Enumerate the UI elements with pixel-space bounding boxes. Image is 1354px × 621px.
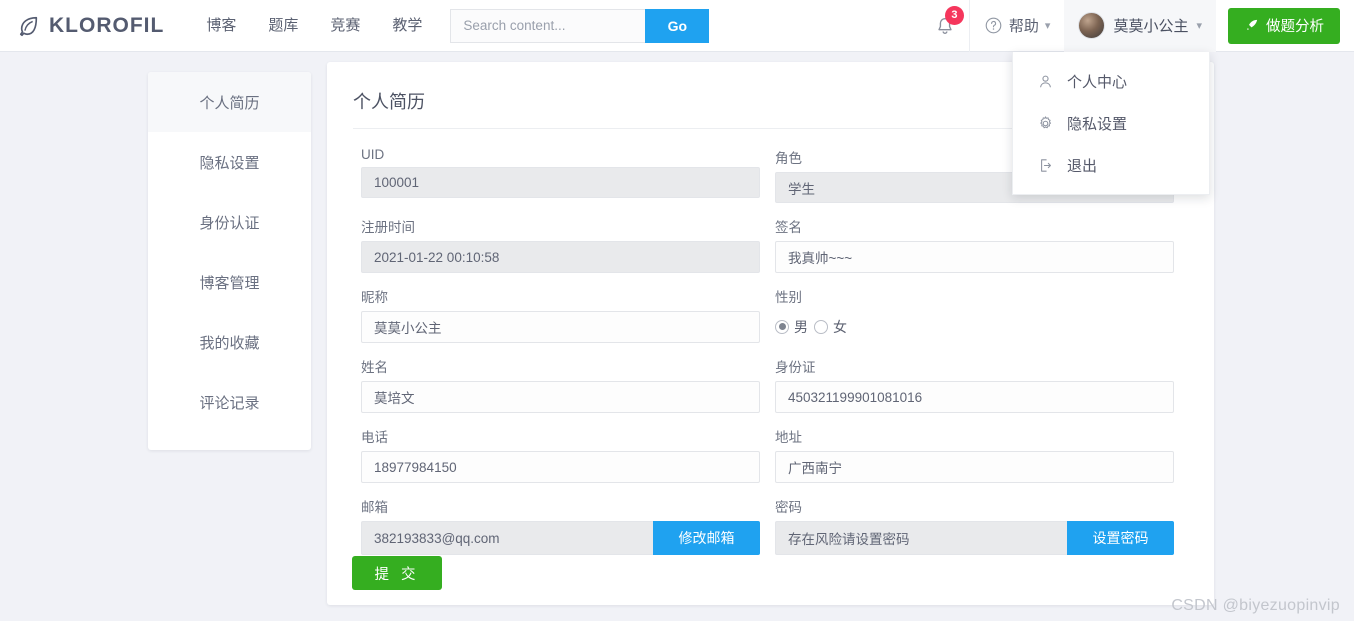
email-value: 382193833@qq.com xyxy=(361,521,653,555)
field-label: 姓名 xyxy=(361,360,388,375)
rocket-icon xyxy=(1247,19,1258,30)
gender-female-label: 女 xyxy=(833,318,847,335)
submit-button[interactable]: 提 交 xyxy=(352,556,442,590)
nickname-input[interactable]: 莫莫小公主 xyxy=(361,311,760,343)
gender-option-male[interactable]: 男 xyxy=(775,317,808,337)
radio-male-icon xyxy=(775,319,789,334)
user-icon xyxy=(1040,75,1051,87)
logout-icon xyxy=(1041,158,1051,172)
field-nickname: 昵称 莫莫小公主 xyxy=(361,286,760,343)
profile-sidebar: 个人简历 隐私设置 身份认证 博客管理 我的收藏 评论记录 xyxy=(148,72,311,450)
set-password-button[interactable]: 设置密码 xyxy=(1067,521,1174,555)
change-email-button[interactable]: 修改邮箱 xyxy=(653,521,760,555)
leaf-icon xyxy=(19,16,38,36)
help-menu-button[interactable]: 帮助 ▾ xyxy=(968,0,1065,52)
menu-item-privacy-settings[interactable]: 隐私设置 xyxy=(1013,102,1209,144)
sidebar-item-privacy[interactable]: 隐私设置 xyxy=(148,132,311,192)
field-label: 地址 xyxy=(775,430,802,445)
sidebar-item-favorites[interactable]: 我的收藏 xyxy=(148,312,311,372)
search-bar: Go xyxy=(450,8,710,43)
user-dropdown-menu: 个人中心 隐私设置 退出 xyxy=(1012,52,1210,195)
uid-value: 100001 xyxy=(361,167,760,198)
chevron-down-icon: ▾ xyxy=(1044,20,1051,32)
menu-item-profile-center[interactable]: 个人中心 xyxy=(1013,60,1209,102)
chevron-down-icon: ▾ xyxy=(1196,20,1202,32)
field-label: 注册时间 xyxy=(361,220,415,235)
password-status-value: 存在风险请设置密码 xyxy=(775,521,1067,555)
field-password: 密码 存在风险请设置密码 设置密码 xyxy=(775,496,1174,555)
menu-item-label: 个人中心 xyxy=(1067,73,1128,91)
field-uid: UID 100001 xyxy=(361,147,760,203)
email-input-group: 382193833@qq.com 修改邮箱 xyxy=(361,521,760,555)
realname-input[interactable]: 莫培文 xyxy=(361,381,760,413)
avatar xyxy=(1078,12,1106,39)
nav-item-teaching[interactable]: 教学 xyxy=(376,0,438,52)
field-label: 身份证 xyxy=(775,360,816,375)
analyze-button[interactable]: 做题分析 xyxy=(1228,7,1340,44)
nav-item-question-bank[interactable]: 题库 xyxy=(252,0,314,52)
field-label: UID xyxy=(361,147,385,162)
notification-count-badge: 3 xyxy=(944,5,964,25)
nav-item-contest[interactable]: 竞赛 xyxy=(314,0,376,52)
field-label: 昵称 xyxy=(361,290,388,305)
search-go-button[interactable]: Go xyxy=(645,8,710,43)
user-menu-button[interactable]: 莫莫小公主 ▾ xyxy=(1064,0,1216,52)
phone-input[interactable]: 18977984150 xyxy=(361,451,760,483)
field-email: 邮箱 382193833@qq.com 修改邮箱 xyxy=(361,496,760,555)
brand-logo[interactable]: KLOROFIL xyxy=(0,0,174,52)
menu-item-label: 隐私设置 xyxy=(1067,115,1128,133)
field-label: 电话 xyxy=(361,430,388,445)
radio-female-icon xyxy=(814,319,828,334)
gender-radio-group: 男 女 xyxy=(775,311,1174,342)
field-gender: 性别 男 女 xyxy=(775,286,1174,343)
sidebar-item-resume[interactable]: 个人简历 xyxy=(148,72,311,132)
top-navigation-bar: KLOROFIL 博客 题库 竞赛 教学 Go 3 帮助 ▾ xyxy=(0,0,1354,52)
gear-icon xyxy=(1040,115,1052,128)
field-register-time: 注册时间 2021-01-22 00:10:58 xyxy=(361,216,760,273)
sidebar-item-blog-manage[interactable]: 博客管理 xyxy=(148,252,311,312)
notifications-button[interactable]: 3 xyxy=(921,0,969,52)
field-label: 性别 xyxy=(775,290,802,305)
idcard-input[interactable]: 450321199901081016 xyxy=(775,381,1174,413)
field-realname: 姓名 莫培文 xyxy=(361,356,760,413)
field-label: 签名 xyxy=(775,220,802,235)
watermark-text: CSDN @biyezuopinvip xyxy=(1171,597,1340,614)
sidebar-item-comments[interactable]: 评论记录 xyxy=(148,372,311,432)
search-input[interactable] xyxy=(450,8,646,43)
signature-input[interactable]: 我真帅~~~ xyxy=(775,241,1174,273)
menu-item-logout[interactable]: 退出 xyxy=(1013,144,1209,186)
help-label: 帮助 xyxy=(1008,18,1039,35)
question-circle-icon xyxy=(985,17,1002,34)
brand-name: KLOROFIL xyxy=(49,13,165,37)
field-idcard: 身份证 450321199901081016 xyxy=(775,356,1174,413)
user-name-label: 莫莫小公主 xyxy=(1113,18,1189,35)
gender-male-label: 男 xyxy=(794,318,808,335)
field-phone: 电话 18977984150 xyxy=(361,426,760,483)
password-input-group: 存在风险请设置密码 设置密码 xyxy=(775,521,1174,555)
nav-item-blog[interactable]: 博客 xyxy=(190,0,252,52)
address-input[interactable]: 广西南宁 xyxy=(775,451,1174,483)
field-label: 邮箱 xyxy=(361,500,388,515)
field-label: 密码 xyxy=(775,500,802,515)
field-signature: 签名 我真帅~~~ xyxy=(775,216,1174,273)
register-time-value: 2021-01-22 00:10:58 xyxy=(361,241,760,273)
sidebar-item-identity[interactable]: 身份认证 xyxy=(148,192,311,252)
main-nav: 博客 题库 竞赛 教学 xyxy=(190,0,438,52)
field-address: 地址 广西南宁 xyxy=(775,426,1174,483)
top-bar-right-actions: 3 帮助 ▾ 莫莫小公主 ▾ 做题分析 xyxy=(921,0,1354,52)
analyze-button-label: 做题分析 xyxy=(1266,19,1324,35)
menu-item-label: 退出 xyxy=(1067,157,1098,175)
gender-option-female[interactable]: 女 xyxy=(814,317,847,337)
